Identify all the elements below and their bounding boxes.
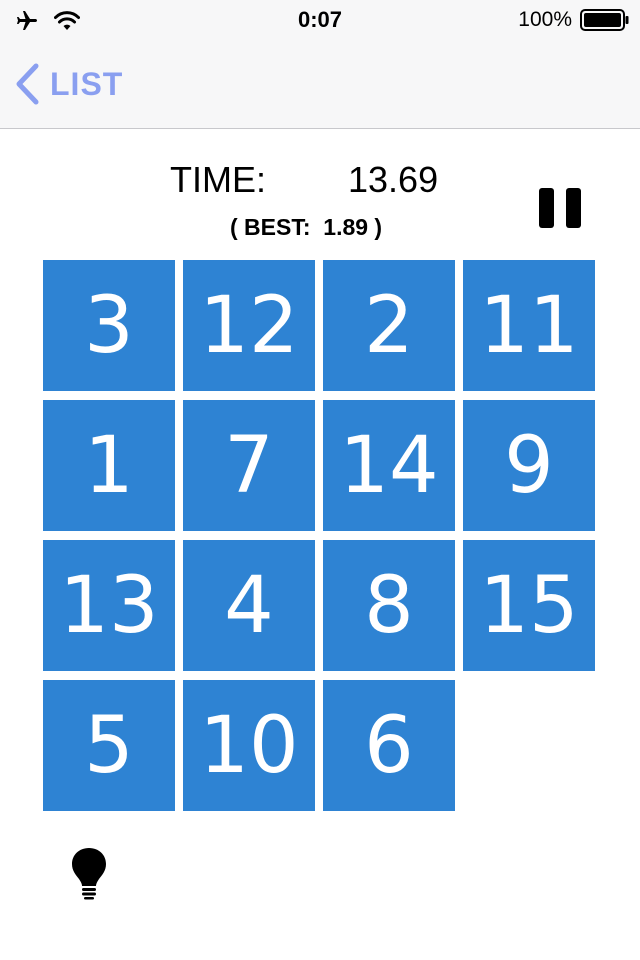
puzzle-board: 3 12 2 11 1 7 14 9 13 4 8 15 5 10 6: [43, 260, 595, 811]
chevron-left-icon: [16, 63, 39, 105]
pause-button[interactable]: [539, 188, 581, 228]
tile[interactable]: 10: [183, 680, 315, 811]
tile[interactable]: 7: [183, 400, 315, 531]
tile[interactable]: 11: [463, 260, 595, 391]
battery-percent: 100%: [518, 8, 572, 31]
tile[interactable]: 14: [323, 400, 455, 531]
tile[interactable]: 5: [43, 680, 175, 811]
tile[interactable]: 3: [43, 260, 175, 391]
best-time: ( BEST: 1.89 ): [230, 213, 383, 240]
pause-icon: [539, 188, 554, 228]
tile[interactable]: 1: [43, 400, 175, 531]
tile[interactable]: 9: [463, 400, 595, 531]
tile[interactable]: 2: [323, 260, 455, 391]
tile[interactable]: 12: [183, 260, 315, 391]
top-chrome: 0:07 100% LIST: [0, 0, 640, 129]
status-bar: 0:07 100%: [0, 0, 640, 40]
pause-icon-bar: [566, 188, 581, 228]
back-button[interactable]: LIST: [14, 62, 123, 106]
game-screen: 0:07 100% LIST TIME: 13.69 ( BEST: 1.89: [0, 0, 640, 960]
tile[interactable]: 15: [463, 540, 595, 671]
timer-row: TIME: 13.69: [170, 158, 470, 202]
battery-icon: [580, 9, 629, 31]
status-right-icons: 100%: [518, 6, 630, 34]
lightbulb-icon: [72, 848, 106, 900]
tile[interactable]: 4: [183, 540, 315, 671]
hint-button[interactable]: [70, 846, 108, 900]
tile[interactable]: 6: [323, 680, 455, 811]
nav-bar: LIST: [0, 40, 640, 128]
back-label: LIST: [50, 65, 124, 102]
time-label: TIME:: [170, 159, 266, 200]
time-value: 13.69: [348, 159, 439, 200]
tile[interactable]: 8: [323, 540, 455, 671]
tile[interactable]: 13: [43, 540, 175, 671]
